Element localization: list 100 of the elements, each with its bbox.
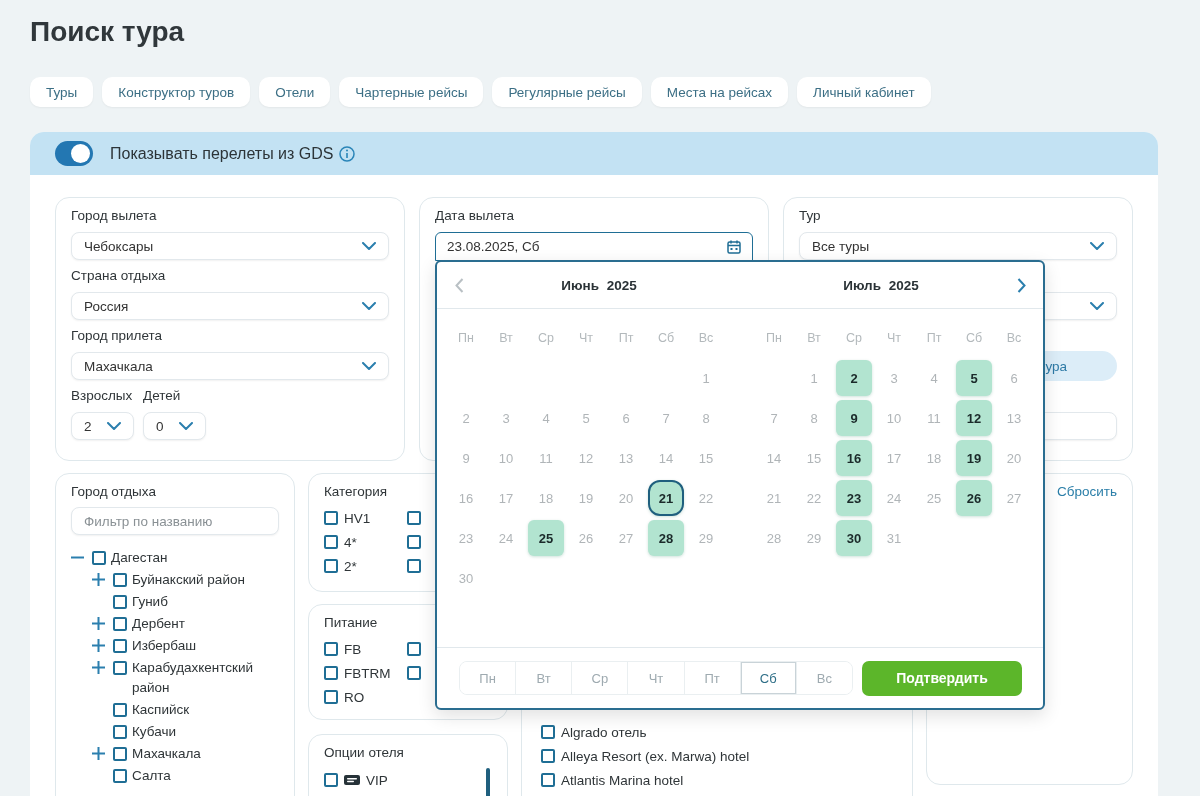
calendar-day[interactable]: 5 — [956, 360, 992, 396]
checkbox-label: Atlantis Marina hotel — [561, 772, 684, 788]
tree-item-label[interactable]: Махачкала — [132, 744, 201, 764]
select-field[interactable]: 2 — [71, 412, 134, 440]
checkbox[interactable] — [113, 703, 127, 717]
tree-item-label[interactable]: Кубачи — [132, 722, 176, 742]
checkbox-label: VIP — [366, 772, 388, 788]
calendar-day: 29 — [688, 520, 724, 556]
nav-tab[interactable]: Личный кабинет — [797, 77, 931, 107]
page-title: Поиск тура — [30, 15, 185, 49]
calendar-day[interactable]: 28 — [648, 520, 684, 556]
gds-label: Показывать перелеты из GDS — [110, 144, 334, 163]
select-field[interactable]: Чебоксары — [71, 232, 389, 260]
calendar-day: 28 — [756, 520, 792, 556]
calendar-day: 22 — [796, 480, 832, 516]
calendar-day[interactable]: 19 — [956, 440, 992, 476]
checkbox[interactable] — [113, 661, 127, 675]
checkbox[interactable] — [113, 725, 127, 739]
tree-item-label[interactable]: Гуниб — [132, 592, 168, 612]
field-label: Страна отдыха — [71, 267, 166, 285]
checkbox[interactable] — [324, 559, 338, 573]
select-field[interactable]: Россия — [71, 292, 389, 320]
nav-tab[interactable]: Туры — [30, 77, 94, 107]
plus-icon[interactable] — [92, 617, 105, 630]
checkbox[interactable] — [324, 666, 338, 680]
calendar-day: 16 — [448, 480, 484, 516]
checkbox[interactable] — [541, 773, 555, 787]
calendar-day[interactable]: 16 — [836, 440, 872, 476]
calendar-day[interactable]: 9 — [836, 400, 872, 436]
checkbox[interactable] — [113, 617, 127, 631]
checkbox[interactable] — [324, 642, 338, 656]
select-field[interactable]: Все туры — [799, 232, 1117, 260]
checkbox[interactable] — [113, 639, 127, 653]
checkbox[interactable] — [407, 559, 421, 573]
info-icon[interactable] — [339, 145, 356, 162]
checkbox[interactable] — [113, 595, 127, 609]
select-field[interactable]: Махачкала — [71, 352, 389, 380]
checkbox[interactable] — [407, 511, 421, 525]
select-field[interactable]: 0 — [143, 412, 206, 440]
chevron-left-icon — [454, 277, 464, 293]
calendar-day: 29 — [796, 520, 832, 556]
calendar-day: 24 — [488, 520, 524, 556]
calendar-day[interactable]: 21 — [648, 480, 684, 516]
calendar-day[interactable]: 26 — [956, 480, 992, 516]
calendar-day[interactable]: 2 — [836, 360, 872, 396]
calendar-day[interactable]: 30 — [836, 520, 872, 556]
calendar-day: 11 — [916, 400, 952, 436]
calendar-day: 27 — [996, 480, 1032, 516]
calendar-day: 2 — [448, 400, 484, 436]
nav-tab[interactable]: Места на рейсах — [650, 77, 789, 107]
checkbox[interactable] — [324, 773, 338, 787]
weekday-toggle[interactable]: Сб — [740, 662, 797, 694]
weekday-label: Ср — [537, 330, 555, 347]
chevron-down-icon — [362, 302, 376, 310]
checkbox[interactable] — [541, 725, 555, 739]
calendar-icon — [727, 239, 741, 254]
calendar-day: 24 — [876, 480, 912, 516]
calendar-day: 25 — [916, 480, 952, 516]
checkbox[interactable] — [113, 769, 127, 783]
plus-icon[interactable] — [92, 661, 105, 674]
calendar-day[interactable]: 23 — [836, 480, 872, 516]
nav-tab[interactable]: Регулярные рейсы — [492, 77, 642, 107]
nav-tab[interactable]: Чартерные рейсы — [339, 77, 484, 107]
checkbox[interactable] — [113, 747, 127, 761]
checkbox[interactable] — [92, 551, 106, 565]
chevron-right-icon — [1016, 277, 1026, 293]
checkbox[interactable] — [541, 749, 555, 763]
field-label: Город вылета — [71, 207, 157, 225]
plus-icon[interactable] — [92, 747, 105, 760]
checkbox[interactable] — [324, 690, 338, 704]
tree-item-label[interactable]: Буйнакский район — [132, 570, 245, 590]
reset-link[interactable]: Сбросить — [1057, 483, 1117, 501]
nav-tab[interactable]: Конструктор туров — [102, 77, 251, 107]
checkbox[interactable] — [407, 666, 421, 680]
tree-item-label[interactable]: Дербент — [132, 614, 185, 634]
calendar-day: 22 — [688, 480, 724, 516]
nav-tab[interactable]: Отели — [259, 77, 331, 107]
checkbox[interactable] — [407, 535, 421, 549]
checkbox[interactable] — [324, 535, 338, 549]
checkbox[interactable] — [113, 573, 127, 587]
calendar-day: 19 — [568, 480, 604, 516]
filter-field[interactable]: Фильтр по названию — [71, 507, 279, 535]
tree-item-label[interactable]: Каспийск — [132, 700, 190, 720]
checkbox[interactable] — [407, 642, 421, 656]
tree-item-label[interactable]: Карабудахкентский район — [132, 658, 279, 698]
plus-icon[interactable] — [92, 573, 105, 586]
field-label: Дата вылета — [435, 207, 514, 225]
tree-item-label[interactable]: Избербаш — [132, 636, 197, 656]
calendar-day: 4 — [916, 360, 952, 396]
gds-toggle[interactable] — [55, 141, 93, 166]
calendar-day[interactable]: 12 — [956, 400, 992, 436]
checkbox[interactable] — [324, 511, 338, 525]
tree-item-label[interactable]: Салта — [132, 766, 171, 786]
calendar-day: 18 — [528, 480, 564, 516]
calendar-day: 15 — [796, 440, 832, 476]
calendar-day: 10 — [876, 400, 912, 436]
plus-icon[interactable] — [92, 639, 105, 652]
calendar-day[interactable]: 25 — [528, 520, 564, 556]
tree-item-label[interactable]: Дагестан — [111, 548, 168, 568]
calendar-day: 21 — [756, 480, 792, 516]
